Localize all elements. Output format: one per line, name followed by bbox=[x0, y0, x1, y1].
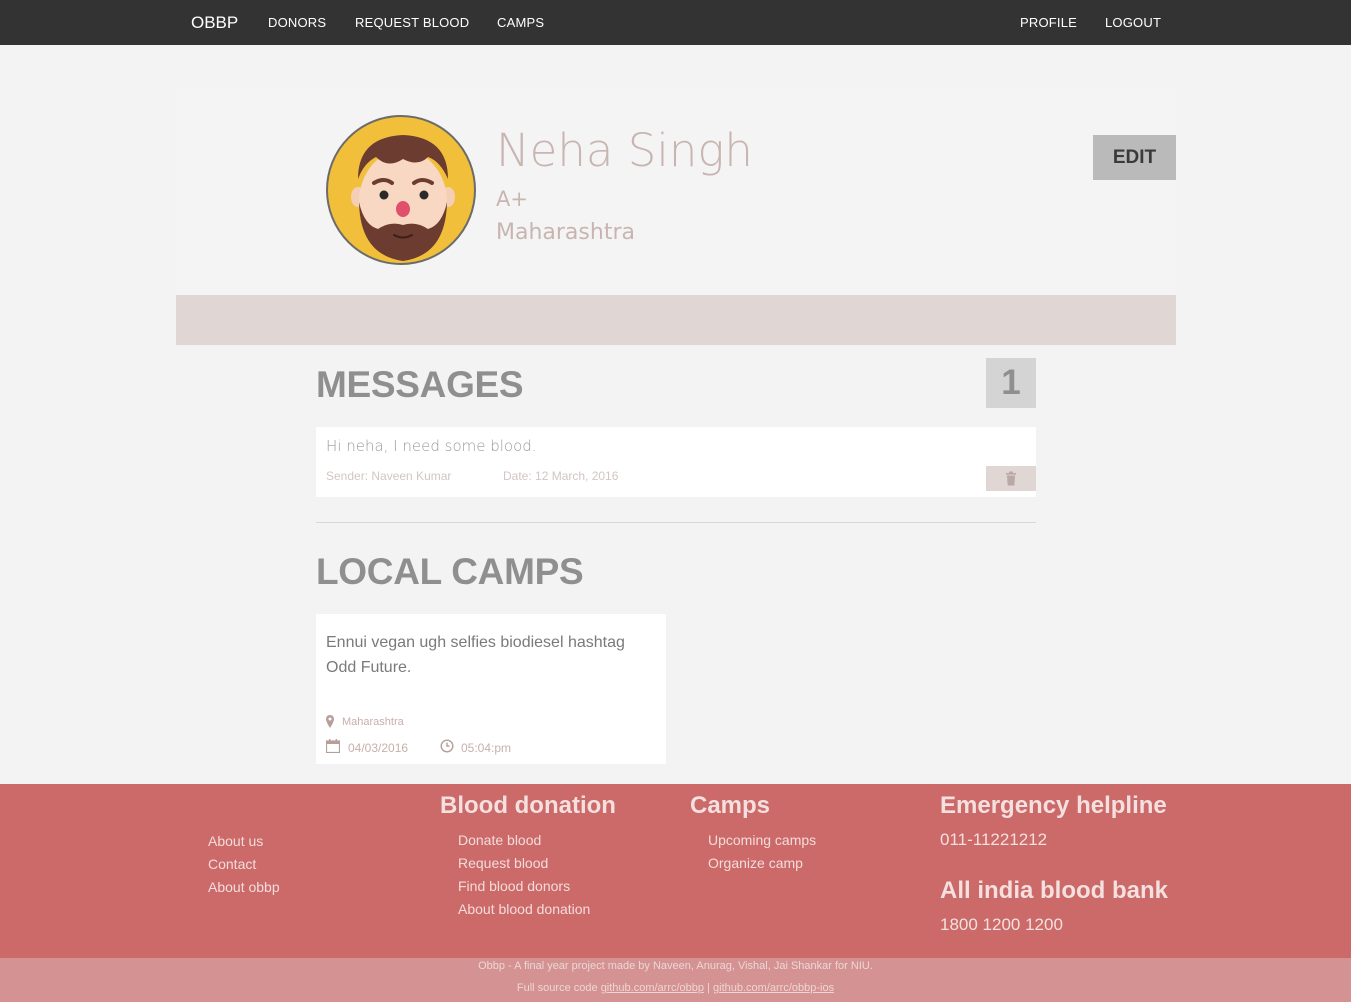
camp-description: Ennui vegan ugh selfies biodiesel hashta… bbox=[326, 634, 625, 676]
footer-emergency-phone: 011-11221212 bbox=[940, 830, 1048, 849]
footer: About us Contact About obbp Blood donati… bbox=[0, 784, 1351, 958]
messages-count-badge: 1 bbox=[986, 358, 1036, 408]
footer-heading-camps: Camps bbox=[690, 792, 771, 819]
messages-title: MESSAGES bbox=[316, 364, 524, 405]
section-divider bbox=[316, 522, 1036, 523]
footer-heading-blood-donation: Blood donation bbox=[440, 792, 616, 819]
clock-icon bbox=[440, 739, 454, 753]
footer-find-donors[interactable]: Find blood donors bbox=[458, 878, 570, 894]
nav-logout[interactable]: LOGOUT bbox=[1105, 15, 1161, 30]
profile-blood-group: A+ bbox=[496, 187, 528, 211]
footer-blood-bank-phone: 1800 1200 1200 bbox=[940, 915, 1063, 934]
footer-donate-blood[interactable]: Donate blood bbox=[458, 832, 541, 848]
camp-location: Maharashtra bbox=[342, 716, 404, 728]
camp-date: 04/03/2016 bbox=[348, 741, 409, 755]
calendar-icon bbox=[326, 739, 340, 753]
footer-upcoming-camps[interactable]: Upcoming camps bbox=[708, 832, 816, 848]
profile-card: Neha Singh A+ Maharashtra EDIT bbox=[176, 95, 1176, 295]
profile-state: Maharashtra bbox=[496, 220, 635, 245]
footer-request-blood[interactable]: Request blood bbox=[458, 855, 548, 871]
footer-about-blood-donation[interactable]: About blood donation bbox=[458, 901, 590, 917]
nav-camps[interactable]: CAMPS bbox=[497, 15, 544, 30]
source-separator: | bbox=[707, 982, 710, 994]
source-link-web[interactable]: github.com/arrc/obbp bbox=[601, 982, 704, 994]
delete-message-button[interactable] bbox=[986, 466, 1036, 491]
footer-contact[interactable]: Contact bbox=[208, 856, 256, 872]
brand-link[interactable]: OBBP bbox=[191, 13, 238, 33]
message-sender: Sender: Naveen Kumar bbox=[326, 469, 452, 483]
map-marker-icon bbox=[326, 715, 334, 728]
subfooter: Obbp - A final year project made by Nave… bbox=[0, 958, 1351, 1002]
camp-card[interactable]: Ennui vegan ugh selfies biodiesel hashta… bbox=[316, 614, 666, 764]
edit-profile-button[interactable]: EDIT bbox=[1093, 135, 1176, 180]
profile-band bbox=[176, 295, 1176, 345]
credit-text: Obbp - A final year project made by Nave… bbox=[478, 960, 873, 972]
camp-time: 05:04:pm bbox=[461, 741, 512, 755]
avatar bbox=[326, 115, 476, 265]
nav-donors[interactable]: DONORS bbox=[268, 15, 326, 30]
footer-heading-blood-bank: All india blood bank bbox=[940, 877, 1168, 904]
footer-about-obbp[interactable]: About obbp bbox=[208, 879, 280, 895]
nav-request-blood[interactable]: REQUEST BLOOD bbox=[355, 15, 469, 30]
source-prefix: Full source code bbox=[516, 982, 598, 994]
footer-heading-emergency: Emergency helpline bbox=[940, 792, 1167, 819]
footer-organize-camp[interactable]: Organize camp bbox=[708, 855, 803, 871]
nav-profile[interactable]: PROFILE bbox=[1020, 15, 1077, 30]
trash-icon bbox=[1006, 471, 1016, 486]
source-link-ios[interactable]: github.com/arrc/obbp-ios bbox=[713, 982, 834, 994]
message-text: Hi neha, I need some blood. bbox=[326, 437, 537, 455]
footer-about-us[interactable]: About us bbox=[208, 833, 263, 849]
message-item: Hi neha, I need some blood. Sender: Nave… bbox=[316, 427, 1036, 497]
source-line: Full source code github.com/arrc/obbp | … bbox=[0, 982, 1351, 994]
navbar: OBBP DONORS REQUEST BLOOD CAMPS PROFILE … bbox=[0, 0, 1351, 45]
local-camps-title: LOCAL CAMPS bbox=[316, 551, 584, 592]
profile-name: Neha Singh bbox=[496, 124, 753, 177]
message-date: Date: 12 March, 2016 bbox=[503, 469, 619, 483]
